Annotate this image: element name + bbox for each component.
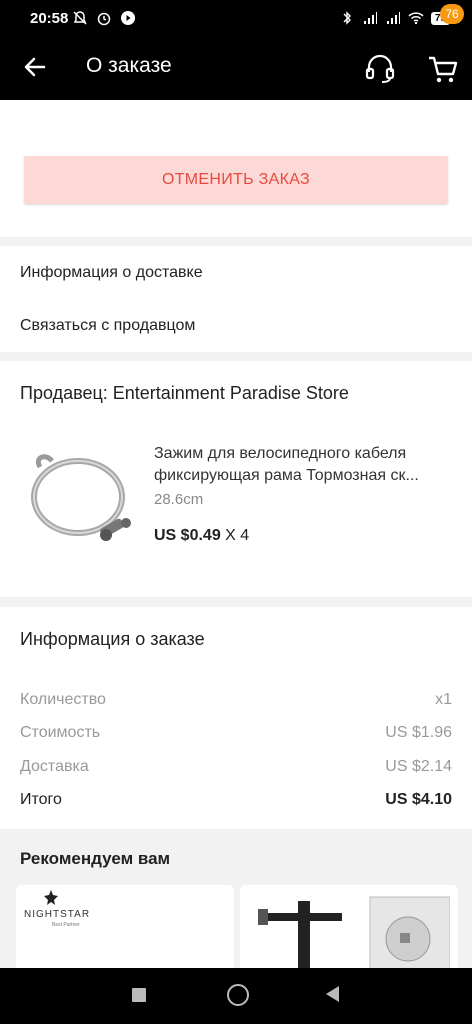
product-price: US $0.49 X 4: [154, 527, 249, 545]
play-icon: [121, 11, 135, 25]
total-label: Итого: [20, 791, 62, 808]
nightstar-logo-icon: [44, 890, 58, 905]
signal-icon-1: [363, 12, 377, 24]
cost-row: Стоимость US $1.96: [20, 724, 452, 742]
product-image-2: [258, 896, 450, 975]
quantity-row: Количество x1: [20, 691, 452, 709]
wifi-icon: [408, 12, 424, 25]
system-back-button[interactable]: [326, 986, 339, 1002]
status-bar: 20:58 79: [0, 0, 472, 36]
product-title[interactable]: Зажим для велосипедного кабеля фиксирующ…: [154, 443, 454, 487]
seller-name[interactable]: Продавец: Entertainment Paradise Store: [20, 383, 349, 404]
product-title-line2: фиксирующая рама Тормозная ск...: [154, 467, 419, 484]
support-headset-icon[interactable]: [362, 50, 398, 86]
shipping-label: Доставка: [20, 758, 89, 775]
cart-icon[interactable]: [426, 52, 460, 86]
back-arrow-icon[interactable]: [20, 52, 50, 82]
recommendations-section: Рекомендуем вам NIGHTSTAR Best Partner: [0, 829, 472, 975]
recommendations-title: Рекомендуем вам: [20, 849, 171, 868]
total-value: US $4.10: [385, 791, 452, 808]
order-menu: Информация о доставке Связаться с продав…: [0, 246, 472, 352]
cost-value: US $1.96: [385, 724, 452, 741]
brand-name: NIGHTSTAR: [24, 909, 91, 920]
total-row: Итого US $4.10: [20, 791, 452, 809]
cost-label: Стоимость: [20, 724, 101, 741]
system-nav-bar: [0, 968, 472, 1024]
quantity-value: x1: [435, 691, 452, 708]
page-title: О заказе: [86, 54, 172, 77]
product-variant: 28.6cm: [154, 491, 204, 508]
product-title-line1: Зажим для велосипедного кабеля: [154, 445, 407, 462]
app-bar: О заказе: [0, 40, 472, 96]
recent-apps-button[interactable]: [132, 988, 146, 1002]
cancel-section: ОТМЕНИТЬ ЗАКАЗ: [0, 100, 472, 237]
delivery-info-link[interactable]: Информация о доставке: [20, 264, 203, 282]
brand-tagline: Best Partner: [52, 922, 80, 928]
status-time: 20:58: [30, 10, 69, 27]
alarm-icon: [97, 12, 111, 26]
unit-quantity: X 4: [220, 527, 250, 544]
recommended-item-2[interactable]: [240, 885, 458, 975]
status-right-icons: 79: [339, 10, 450, 26]
shipping-row: Доставка US $2.14: [20, 758, 452, 776]
seller-section: Продавец: Entertainment Paradise Store З…: [0, 361, 472, 597]
unit-price: US $0.49: [154, 527, 221, 544]
status-left-icons: [72, 10, 136, 26]
shipping-value: US $2.14: [385, 758, 452, 775]
order-info-section: Информация о заказе Количество x1 Стоимо…: [0, 607, 472, 829]
cart-count-badge: 76: [440, 4, 464, 24]
recommended-item-1[interactable]: NIGHTSTAR Best Partner: [16, 885, 234, 975]
cancel-order-button[interactable]: ОТМЕНИТЬ ЗАКАЗ: [24, 156, 448, 204]
top-bar: 20:58 79 О заказе 76: [0, 0, 472, 100]
home-button[interactable]: [227, 984, 249, 1006]
notifications-off-icon: [73, 11, 87, 25]
bluetooth-icon: [343, 11, 351, 25]
signal-icon-2: [386, 12, 400, 24]
contact-seller-link[interactable]: Связаться с продавцом: [20, 317, 195, 335]
quantity-label: Количество: [20, 691, 106, 708]
product-thumbnail[interactable]: [20, 445, 140, 555]
order-info-title: Информация о заказе: [20, 629, 205, 649]
